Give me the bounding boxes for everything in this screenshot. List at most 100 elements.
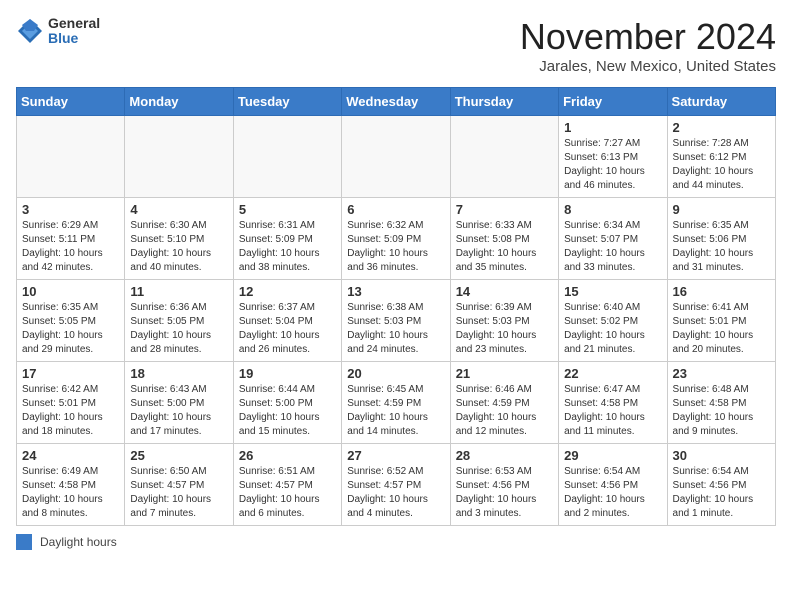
day-number: 9 xyxy=(673,202,770,217)
day-info: Sunrise: 6:44 AM Sunset: 5:00 PM Dayligh… xyxy=(239,383,336,439)
day-number: 13 xyxy=(347,284,444,299)
day-number: 16 xyxy=(673,284,770,299)
calendar-cell: 13 Sunrise: 6:38 AM Sunset: 5:03 PM Dayli… xyxy=(342,280,450,362)
calendar-cell xyxy=(125,116,233,198)
calendar-cell: 17 Sunrise: 6:42 AM Sunset: 5:01 PM Dayli… xyxy=(17,362,125,444)
day-number: 15 xyxy=(564,284,661,299)
day-info: Sunrise: 6:50 AM Sunset: 4:57 PM Dayligh… xyxy=(130,465,227,521)
legend: Daylight hours xyxy=(16,534,776,550)
day-info: Sunrise: 6:30 AM Sunset: 5:10 PM Dayligh… xyxy=(130,219,227,275)
calendar-cell xyxy=(233,116,341,198)
day-info: Sunrise: 6:47 AM Sunset: 4:58 PM Dayligh… xyxy=(564,383,661,439)
day-number: 19 xyxy=(239,366,336,381)
page-header: General Blue November 2024 Jarales, New … xyxy=(16,16,776,75)
day-number: 18 xyxy=(130,366,227,381)
logo-icon xyxy=(16,17,44,45)
day-info: Sunrise: 6:31 AM Sunset: 5:09 PM Dayligh… xyxy=(239,219,336,275)
day-info: Sunrise: 6:36 AM Sunset: 5:05 PM Dayligh… xyxy=(130,301,227,357)
day-number: 17 xyxy=(22,366,119,381)
day-info: Sunrise: 6:54 AM Sunset: 4:56 PM Dayligh… xyxy=(564,465,661,521)
day-number: 2 xyxy=(673,120,770,135)
title-area: November 2024 Jarales, New Mexico, Unite… xyxy=(520,16,776,75)
calendar-cell: 2 Sunrise: 7:28 AM Sunset: 6:12 PM Daylig… xyxy=(667,116,775,198)
day-info: Sunrise: 6:38 AM Sunset: 5:03 PM Dayligh… xyxy=(347,301,444,357)
calendar-cell: 25 Sunrise: 6:50 AM Sunset: 4:57 PM Dayli… xyxy=(125,444,233,526)
day-info: Sunrise: 6:29 AM Sunset: 5:11 PM Dayligh… xyxy=(22,219,119,275)
day-number: 29 xyxy=(564,448,661,463)
calendar-cell xyxy=(450,116,558,198)
day-number: 10 xyxy=(22,284,119,299)
calendar-cell xyxy=(342,116,450,198)
calendar-cell: 16 Sunrise: 6:41 AM Sunset: 5:01 PM Dayli… xyxy=(667,280,775,362)
day-info: Sunrise: 6:35 AM Sunset: 5:05 PM Dayligh… xyxy=(22,301,119,357)
calendar-cell: 7 Sunrise: 6:33 AM Sunset: 5:08 PM Daylig… xyxy=(450,198,558,280)
day-info: Sunrise: 7:28 AM Sunset: 6:12 PM Dayligh… xyxy=(673,137,770,193)
logo-general: General xyxy=(48,16,100,31)
calendar-cell: 9 Sunrise: 6:35 AM Sunset: 5:06 PM Daylig… xyxy=(667,198,775,280)
day-info: Sunrise: 6:40 AM Sunset: 5:02 PM Dayligh… xyxy=(564,301,661,357)
day-info: Sunrise: 6:39 AM Sunset: 5:03 PM Dayligh… xyxy=(456,301,553,357)
day-number: 27 xyxy=(347,448,444,463)
day-number: 6 xyxy=(347,202,444,217)
logo-text: General Blue xyxy=(48,16,100,47)
column-header-friday: Friday xyxy=(559,88,667,116)
day-number: 5 xyxy=(239,202,336,217)
day-info: Sunrise: 6:41 AM Sunset: 5:01 PM Dayligh… xyxy=(673,301,770,357)
calendar-cell: 1 Sunrise: 7:27 AM Sunset: 6:13 PM Daylig… xyxy=(559,116,667,198)
location-title: Jarales, New Mexico, United States xyxy=(520,58,776,75)
day-info: Sunrise: 6:42 AM Sunset: 5:01 PM Dayligh… xyxy=(22,383,119,439)
day-info: Sunrise: 6:32 AM Sunset: 5:09 PM Dayligh… xyxy=(347,219,444,275)
calendar-cell: 27Sunrise: 6:52 AM Sunset: 4:57 PM Dayli… xyxy=(342,444,450,526)
calendar-cell xyxy=(17,116,125,198)
day-info: Sunrise: 6:54 AM Sunset: 4:56 PM Dayligh… xyxy=(673,465,770,521)
calendar-cell: 30 Sunrise: 6:54 AM Sunset: 4:56 PM Dayli… xyxy=(667,444,775,526)
day-number: 1 xyxy=(564,120,661,135)
day-info: Sunrise: 6:45 AM Sunset: 4:59 PM Dayligh… xyxy=(347,383,444,439)
calendar-cell: 22 Sunrise: 6:47 AM Sunset: 4:58 PM Dayli… xyxy=(559,362,667,444)
calendar-cell: 10 Sunrise: 6:35 AM Sunset: 5:05 PM Dayli… xyxy=(17,280,125,362)
day-number: 3 xyxy=(22,202,119,217)
day-info: Sunrise: 6:51 AM Sunset: 4:57 PM Dayligh… xyxy=(239,465,336,521)
day-number: 23 xyxy=(673,366,770,381)
day-number: 30 xyxy=(673,448,770,463)
legend-box xyxy=(16,534,32,550)
day-number: 22 xyxy=(564,366,661,381)
calendar-week-4: 24Sunrise: 6:49 AM Sunset: 4:58 PM Dayli… xyxy=(17,444,776,526)
calendar-cell: 12 Sunrise: 6:37 AM Sunset: 5:04 PM Dayli… xyxy=(233,280,341,362)
day-number: 11 xyxy=(130,284,227,299)
day-number: 4 xyxy=(130,202,227,217)
day-info: Sunrise: 6:46 AM Sunset: 4:59 PM Dayligh… xyxy=(456,383,553,439)
logo: General Blue xyxy=(16,16,100,47)
day-number: 12 xyxy=(239,284,336,299)
calendar-cell: 5 Sunrise: 6:31 AM Sunset: 5:09 PM Daylig… xyxy=(233,198,341,280)
calendar-cell: 6 Sunrise: 6:32 AM Sunset: 5:09 PM Daylig… xyxy=(342,198,450,280)
month-title: November 2024 xyxy=(520,16,776,58)
day-info: Sunrise: 6:43 AM Sunset: 5:00 PM Dayligh… xyxy=(130,383,227,439)
calendar-cell: 4 Sunrise: 6:30 AM Sunset: 5:10 PM Daylig… xyxy=(125,198,233,280)
calendar-cell: 26 Sunrise: 6:51 AM Sunset: 4:57 PM Dayli… xyxy=(233,444,341,526)
column-header-monday: Monday xyxy=(125,88,233,116)
calendar-cell: 15 Sunrise: 6:40 AM Sunset: 5:02 PM Dayli… xyxy=(559,280,667,362)
calendar-cell: 18 Sunrise: 6:43 AM Sunset: 5:00 PM Dayli… xyxy=(125,362,233,444)
day-info: Sunrise: 6:37 AM Sunset: 5:04 PM Dayligh… xyxy=(239,301,336,357)
day-number: 7 xyxy=(456,202,553,217)
calendar-cell: 28Sunrise: 6:53 AM Sunset: 4:56 PM Dayli… xyxy=(450,444,558,526)
column-header-sunday: Sunday xyxy=(17,88,125,116)
day-number: 26 xyxy=(239,448,336,463)
day-number: 21 xyxy=(456,366,553,381)
day-info: Sunrise: 7:27 AM Sunset: 6:13 PM Dayligh… xyxy=(564,137,661,193)
calendar-week-1: 3 Sunrise: 6:29 AM Sunset: 5:11 PM Daylig… xyxy=(17,198,776,280)
day-info: Sunrise: 6:35 AM Sunset: 5:06 PM Dayligh… xyxy=(673,219,770,275)
day-number: 20 xyxy=(347,366,444,381)
column-header-thursday: Thursday xyxy=(450,88,558,116)
calendar-week-2: 10 Sunrise: 6:35 AM Sunset: 5:05 PM Dayli… xyxy=(17,280,776,362)
day-number: 25 xyxy=(130,448,227,463)
calendar-week-3: 17 Sunrise: 6:42 AM Sunset: 5:01 PM Dayli… xyxy=(17,362,776,444)
day-info: Sunrise: 6:33 AM Sunset: 5:08 PM Dayligh… xyxy=(456,219,553,275)
calendar-cell: 19 Sunrise: 6:44 AM Sunset: 5:00 PM Dayli… xyxy=(233,362,341,444)
calendar-week-0: 1 Sunrise: 7:27 AM Sunset: 6:13 PM Daylig… xyxy=(17,116,776,198)
calendar-cell: 29 Sunrise: 6:54 AM Sunset: 4:56 PM Dayli… xyxy=(559,444,667,526)
day-number: 24 xyxy=(22,448,119,463)
column-header-tuesday: Tuesday xyxy=(233,88,341,116)
day-info: Sunrise: 6:34 AM Sunset: 5:07 PM Dayligh… xyxy=(564,219,661,275)
